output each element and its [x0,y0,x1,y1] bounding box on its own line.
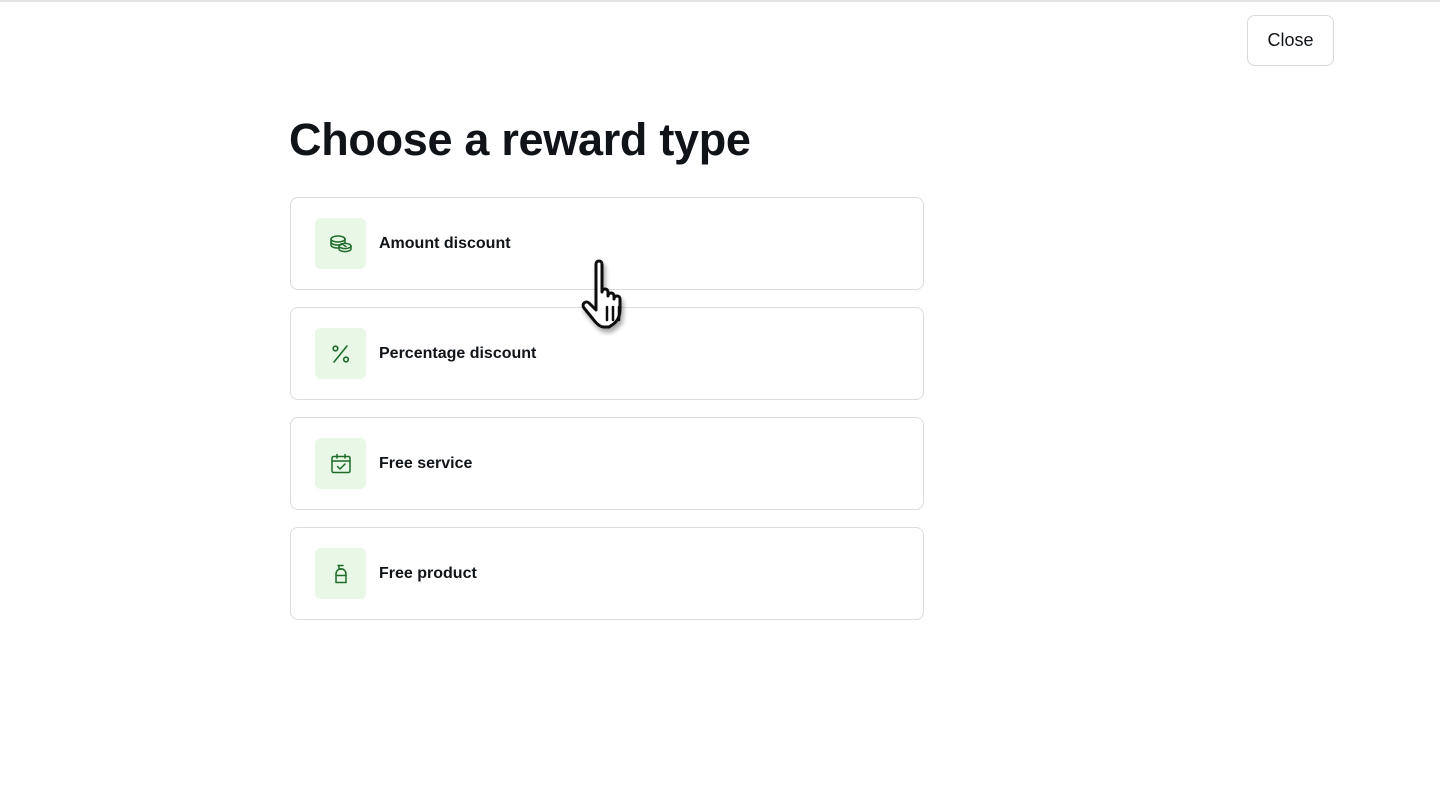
reward-option-percentage-discount[interactable]: Percentage discount [290,307,924,400]
option-label: Amount discount [379,234,511,252]
option-icon-tile [315,328,366,379]
option-label: Free product [379,564,477,582]
close-button[interactable]: Close [1247,15,1334,66]
reward-option-free-product[interactable]: Free product [290,527,924,620]
percent-icon [331,344,349,363]
reward-option-amount-discount[interactable]: Amount discount [290,197,924,290]
page-title: Choose a reward type [289,114,751,165]
option-icon-tile [315,548,366,599]
option-icon-tile [315,438,366,489]
reward-option-free-service[interactable]: Free service [290,417,924,510]
calendar-check-icon [330,453,351,473]
option-icon-tile [315,218,366,269]
option-label: Percentage discount [379,344,537,362]
coins-icon [329,234,352,252]
option-label: Free service [379,454,473,472]
product-bottle-icon [334,564,347,583]
top-divider [0,0,1440,2]
reward-type-list: Amount discount Percentage discount Free… [290,197,924,620]
